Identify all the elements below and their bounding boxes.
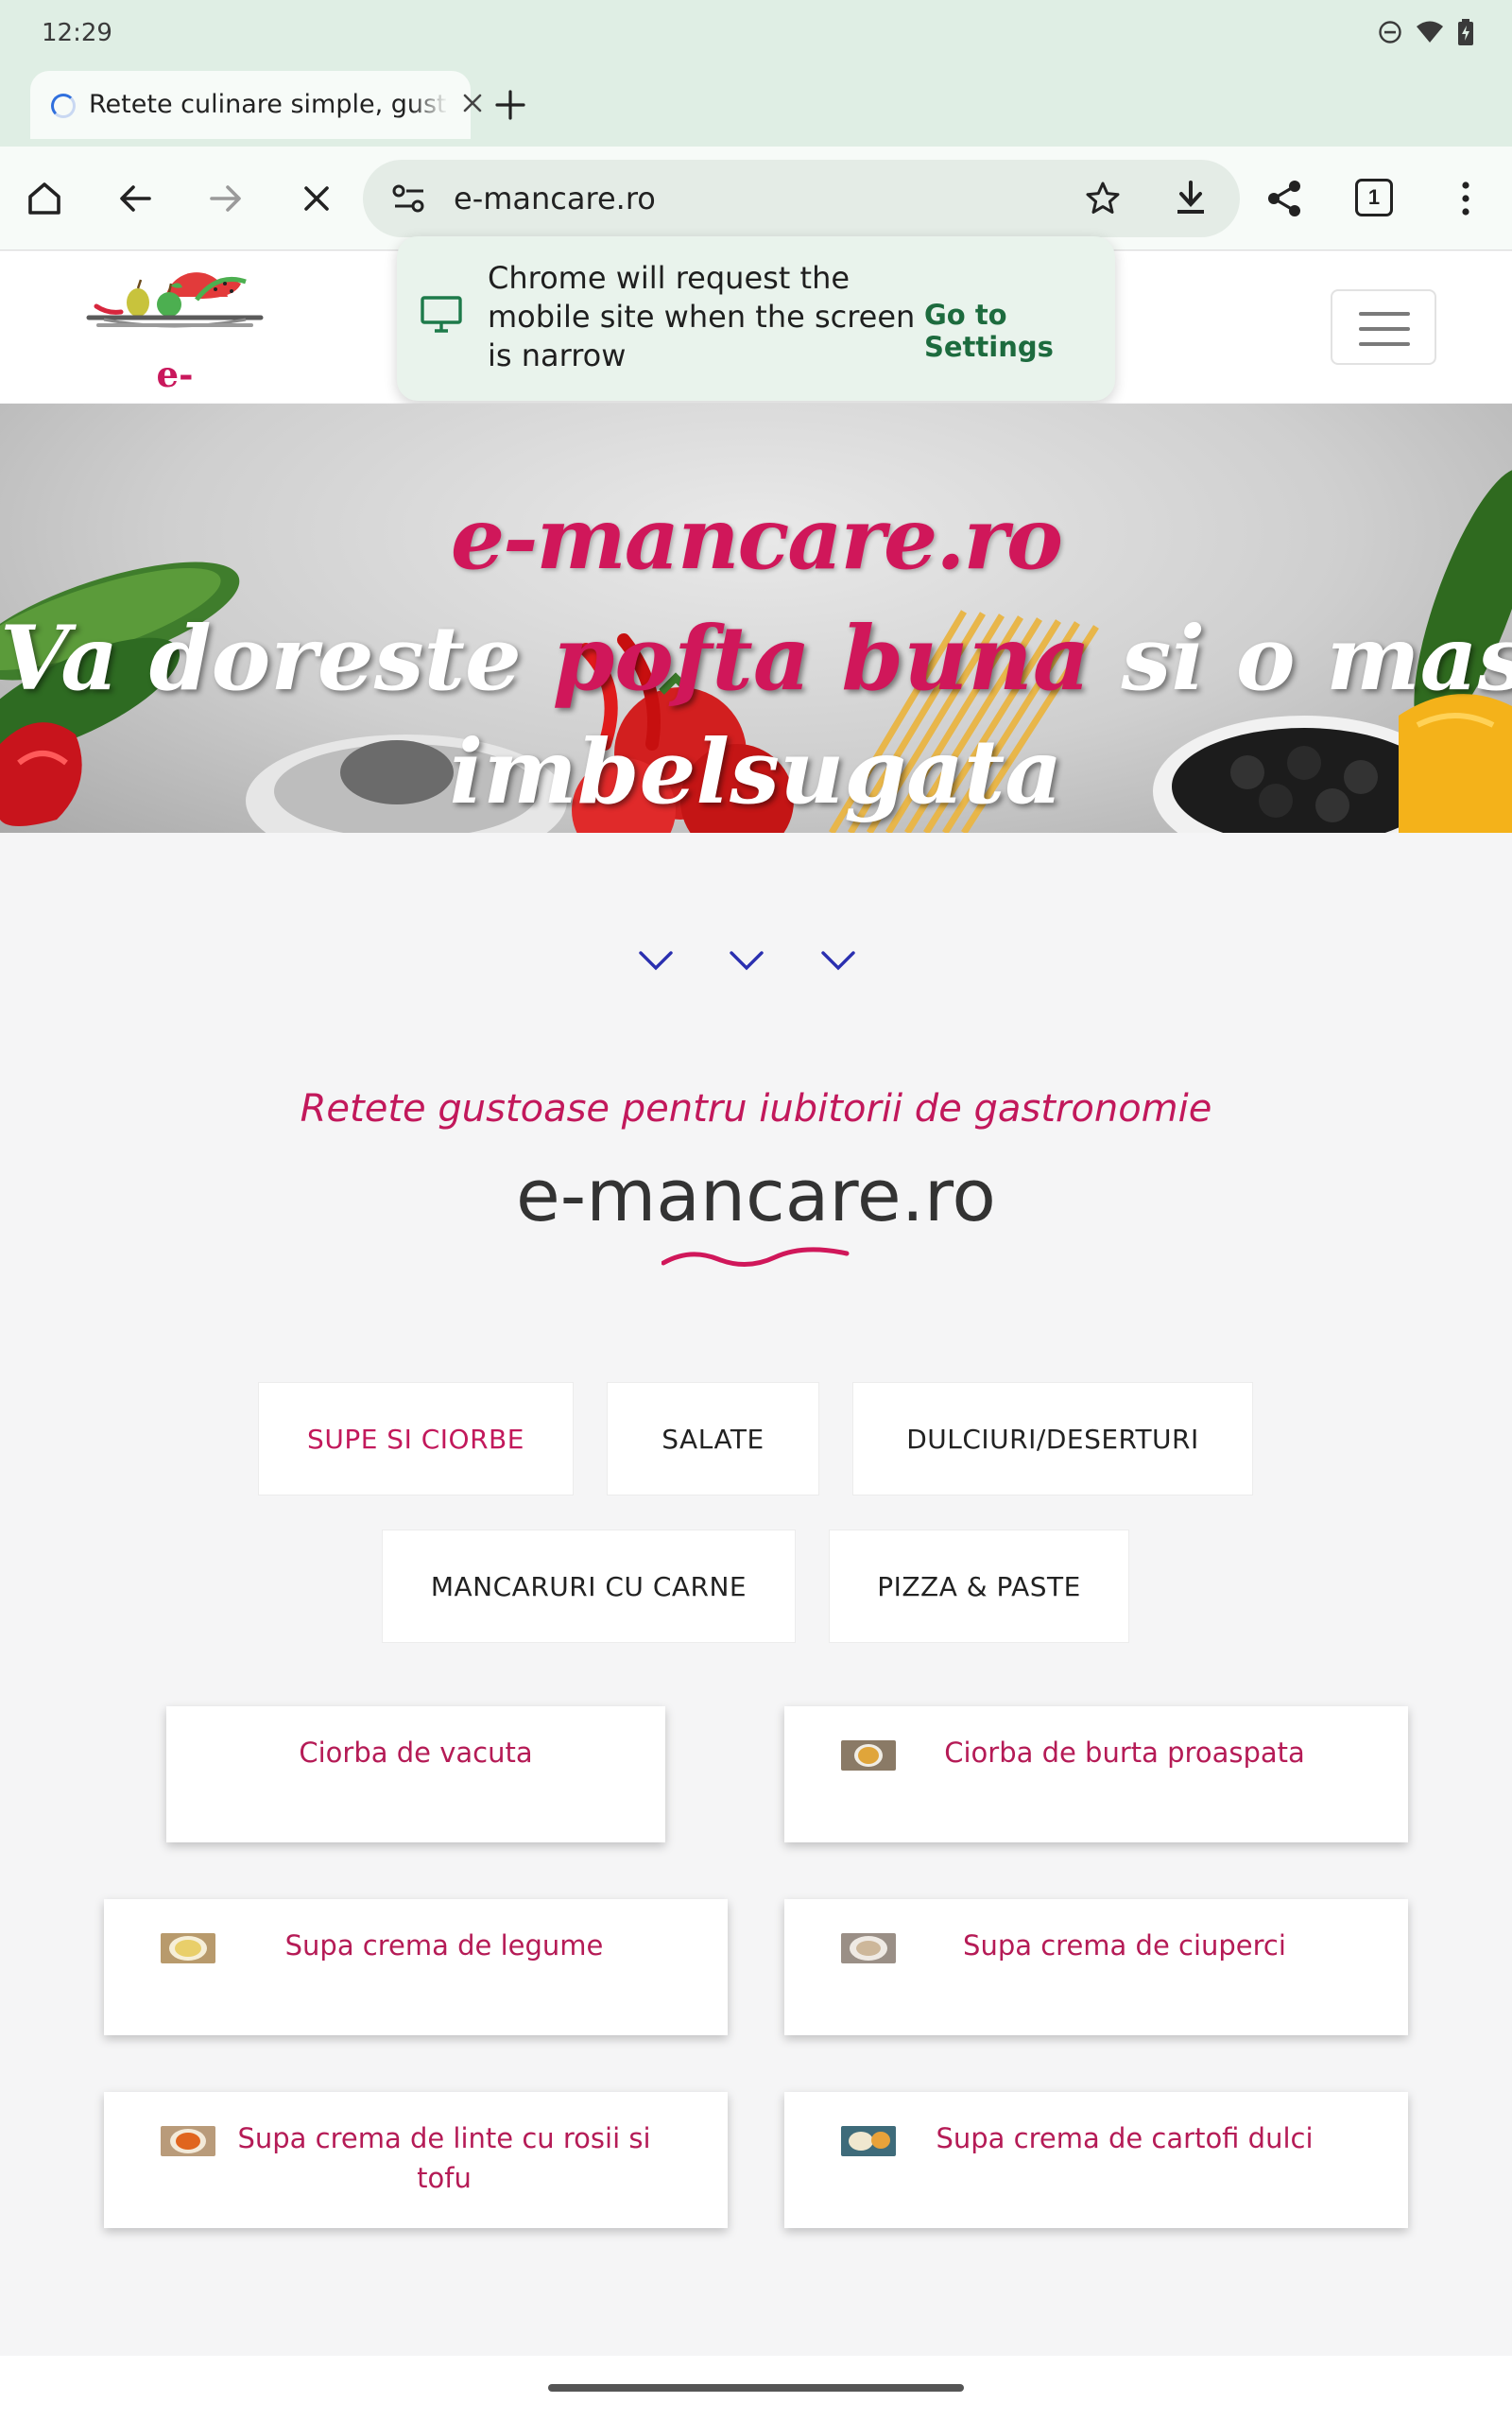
category-pizza-paste[interactable]: PIZZA & PASTE <box>829 1530 1129 1643</box>
tab-close-button[interactable] <box>455 86 490 120</box>
desktop-site-info-bubble: Chrome will request the mobile site when… <box>397 236 1115 401</box>
recipe-title[interactable]: Ciorba de burta proaspata <box>898 1733 1351 1772</box>
scroll-down-indicator[interactable] <box>629 943 894 981</box>
site-settings-icon[interactable] <box>391 182 429 219</box>
go-to-settings-link[interactable]: Go to Settings <box>924 299 1115 363</box>
hamburger-line <box>1359 327 1410 331</box>
recipe-thumbnail[interactable] <box>161 1933 215 1963</box>
recipe-card[interactable]: Supa crema de legume <box>104 1899 728 2035</box>
stop-loading-button[interactable] <box>293 175 340 222</box>
address-bar[interactable]: e-mancare.ro <box>363 160 1240 237</box>
wifi-icon <box>1416 20 1444 44</box>
new-tab-button[interactable] <box>491 86 529 124</box>
site-logo[interactable]: e-mancare <box>76 270 274 437</box>
arrow-right-icon <box>210 185 241 212</box>
recipe-thumbnail[interactable] <box>161 2126 215 2156</box>
close-icon <box>304 186 329 211</box>
share-button[interactable] <box>1261 175 1308 222</box>
recipe-title[interactable]: Supa crema de cartofi dulci <box>898 2118 1351 2158</box>
hamburger-line <box>1359 342 1410 346</box>
forward-button[interactable] <box>202 175 249 222</box>
tab-switcher-button[interactable]: 1 <box>1355 179 1393 216</box>
hero-slogan-part: si o masa <box>1121 607 1512 711</box>
back-button[interactable] <box>112 175 159 222</box>
browser-tab[interactable]: Retete culinare simple, gustoase <box>30 71 482 139</box>
recipe-card[interactable]: Supa crema de linte cu rosii si tofu <box>104 2092 728 2228</box>
recipe-thumbnail[interactable] <box>841 1933 896 1963</box>
tab-strip: Retete culinare simple, gustoase <box>0 71 1512 147</box>
home-icon <box>28 182 60 215</box>
recipe-title[interactable]: Supa crema de legume <box>217 1926 671 1965</box>
loading-spinner-icon <box>51 94 76 118</box>
hero-slogan-highlight: pofta buna <box>552 607 1091 711</box>
bookmark-star-icon[interactable] <box>1083 179 1123 223</box>
status-bar: 12:29 <box>0 0 1512 71</box>
hamburger-line <box>1359 312 1410 316</box>
gesture-navigation-bar[interactable] <box>548 2384 964 2392</box>
section-title: e-mancare.ro <box>516 1153 996 1237</box>
recipe-card[interactable]: Ciorba de vacuta <box>166 1706 665 1842</box>
battery-charging-icon <box>1457 19 1474 45</box>
hero-slogan-part: Va doreste <box>0 607 553 711</box>
more-vert-icon <box>1462 182 1469 216</box>
chevron-down-icon <box>821 951 855 971</box>
arrow-left-icon <box>120 185 151 212</box>
chevron-down-icon <box>730 951 764 971</box>
category-mancaruri-cu-carne[interactable]: MANCARURI CU CARNE <box>382 1530 796 1643</box>
hero-banner: e-mancare.ro Va doreste pofta buna si o … <box>0 404 1512 833</box>
recipe-thumbnail[interactable] <box>841 2126 896 2156</box>
url-text[interactable]: e-mancare.ro <box>454 181 656 216</box>
home-button[interactable] <box>21 175 68 222</box>
download-icon[interactable] <box>1172 179 1210 223</box>
squiggle-divider <box>661 1246 850 1275</box>
popup-message: Chrome will request the mobile site when… <box>488 260 916 373</box>
desktop-monitor-icon <box>420 295 463 339</box>
tab-title: Retete culinare simple, gustoase <box>89 90 448 119</box>
recipe-title[interactable]: Supa crema de linte cu rosii si tofu <box>217 2118 671 2198</box>
menu-button[interactable] <box>1442 175 1489 222</box>
hero-title: e-mancare.ro <box>450 489 1063 589</box>
recipe-title[interactable]: Supa crema de ciuperci <box>898 1926 1351 1965</box>
category-dulciuri-deserturi[interactable]: DULCIURI/DESERTURI <box>852 1382 1253 1495</box>
plus-icon <box>495 90 525 120</box>
share-icon <box>1268 181 1300 216</box>
do-not-disturb-icon <box>1378 20 1402 44</box>
category-supe-si-ciorbe[interactable]: SUPE SI CIORBE <box>258 1382 574 1495</box>
logo-food-icon <box>86 272 264 328</box>
hero-slogan-line-2: imbelsugata <box>449 720 1063 824</box>
site-menu-button[interactable] <box>1331 289 1436 365</box>
hero-slogan-line-1: Va doreste pofta buna si o masa <box>0 607 1512 711</box>
category-salate[interactable]: SALATE <box>607 1382 819 1495</box>
status-icons <box>1378 19 1474 45</box>
status-time: 12:29 <box>42 19 112 47</box>
recipe-card[interactable]: Supa crema de cartofi dulci <box>784 2092 1408 2228</box>
recipe-card[interactable]: Ciorba de burta proaspata <box>784 1706 1408 1842</box>
chevron-down-icon <box>639 951 673 971</box>
recipe-card[interactable]: Supa crema de ciuperci <box>784 1899 1408 2035</box>
recipe-title[interactable]: Ciorba de vacuta <box>189 1733 643 1772</box>
section-tagline: Retete gustoase pentru iubitorii de gast… <box>300 1087 1212 1131</box>
close-icon <box>463 94 482 112</box>
recipe-thumbnail[interactable] <box>841 1740 896 1771</box>
browser-toolbar: e-mancare.ro 1 <box>0 147 1512 251</box>
